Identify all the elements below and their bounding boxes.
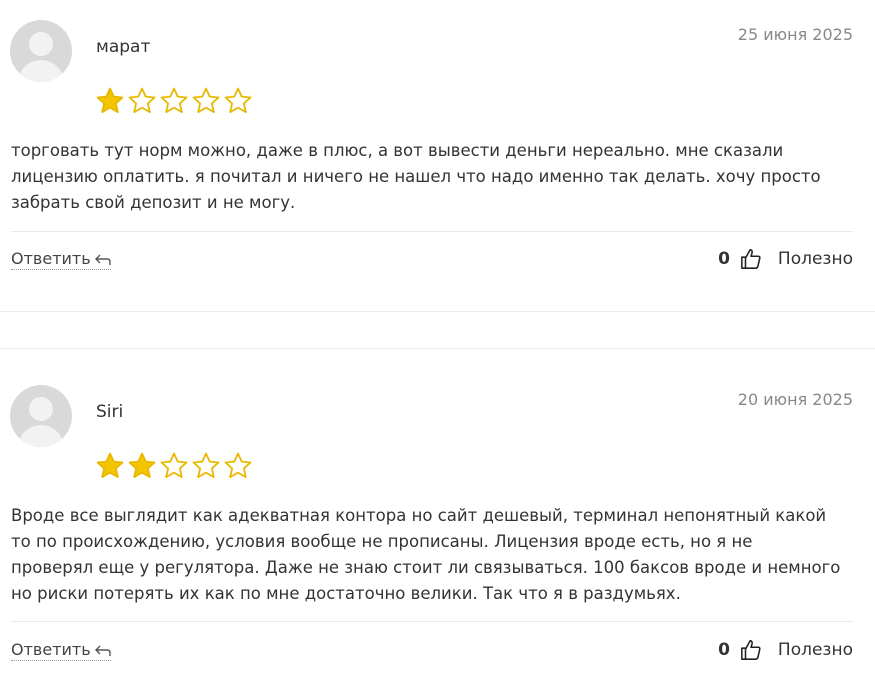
star-empty-icon [160, 452, 188, 478]
review-separator [0, 348, 875, 349]
helpful-votes: 0 Полезно [718, 248, 853, 270]
reply-arrow-icon [94, 254, 111, 265]
star-rating [95, 86, 253, 116]
reply-button[interactable]: Ответить [11, 249, 111, 270]
review-date: 25 июня 2025 [737, 25, 853, 44]
divider [11, 621, 853, 622]
thumbs-up-icon[interactable] [740, 639, 762, 661]
star-empty-icon [224, 452, 252, 478]
star-filled-icon [96, 87, 124, 113]
reply-button[interactable]: Ответить [11, 640, 111, 661]
avatar-icon [10, 385, 72, 447]
star-empty-icon [128, 87, 156, 113]
review-separator [0, 311, 875, 312]
review-text: торговать тут норм можно, даже в плюс, а… [11, 141, 821, 212]
star-filled-icon [96, 452, 124, 478]
helpful-count: 0 [718, 249, 730, 269]
star-filled-icon [128, 452, 156, 478]
review-date: 20 июня 2025 [737, 390, 853, 409]
review-author: Siri [96, 402, 124, 422]
thumbs-up-icon[interactable] [740, 248, 762, 270]
helpful-count: 0 [718, 640, 730, 660]
star-empty-icon [192, 452, 220, 478]
reply-label: Ответить [11, 640, 91, 659]
helpful-button[interactable]: Полезно [778, 640, 853, 660]
avatar-icon [10, 20, 72, 82]
review-text: Вроде все выглядит как адекватная контор… [11, 506, 841, 603]
helpful-votes: 0 Полезно [718, 639, 853, 661]
star-empty-icon [160, 87, 188, 113]
star-empty-icon [224, 87, 252, 113]
review-author: марат [96, 37, 151, 57]
helpful-button[interactable]: Полезно [778, 249, 853, 269]
reply-arrow-icon [94, 645, 111, 656]
star-rating [95, 451, 253, 481]
divider [11, 231, 853, 232]
star-empty-icon [192, 87, 220, 113]
reply-label: Ответить [11, 249, 91, 268]
